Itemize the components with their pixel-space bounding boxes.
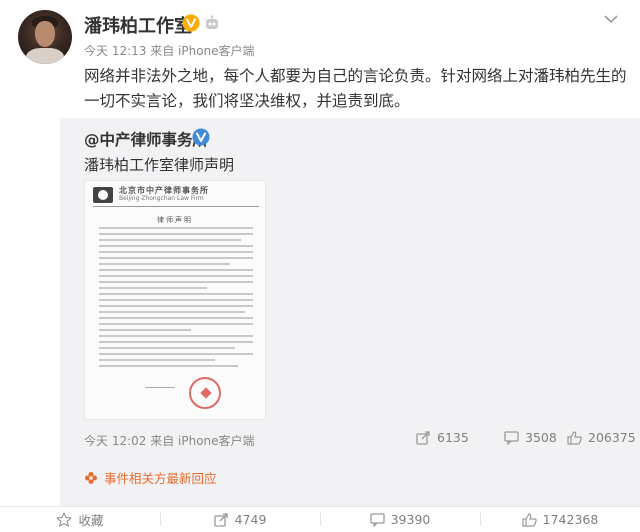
comment-count: 39390 (390, 512, 431, 527)
favorite-button[interactable]: 收藏 (0, 507, 160, 532)
share-icon (416, 430, 430, 445)
like-button[interactable]: 1742368 (480, 507, 640, 532)
post-text-line: 网络并非法外之地，每个人都要为自己的言论负责。针对网络上对潘玮柏先生的 (84, 67, 627, 85)
weibo-post: 潘玮柏工作室 今天 12:13 来自 iPhone客户端 网络并非法外之地，每个… (0, 0, 640, 532)
related-news-text: 事件相关方最新回应 (104, 471, 217, 486)
doc-signature-line (145, 387, 175, 388)
comment-icon (504, 430, 519, 445)
chevron-down-icon[interactable] (604, 14, 618, 24)
red-seal-icon (189, 377, 221, 409)
flower-icon (85, 471, 97, 484)
repost-author[interactable]: @中产律师事务所 (84, 128, 208, 150)
repost-comment-count: 3508 (525, 430, 557, 445)
law-firm-logo-icon (93, 187, 113, 203)
share-count: 4749 (234, 512, 267, 527)
doc-divider (93, 206, 259, 207)
repost-share-button[interactable]: 6135 (416, 430, 469, 445)
repost-like-count: 206375 (588, 430, 636, 445)
repost-meta: 今天 12:02 来自 iPhone客户端 (84, 434, 255, 448)
repost-box[interactable]: @中产律师事务所 潘玮柏工作室律师声明 北京市中产律师事务所 Beijing Z… (60, 118, 640, 506)
thumbs-up-icon (567, 430, 582, 445)
doc-body-lines (99, 227, 253, 371)
post-meta: 今天 12:13 来自 iPhone客户端 (84, 44, 255, 58)
repost-like-button[interactable]: 206375 (567, 430, 636, 445)
star-icon (56, 512, 73, 527)
doc-header-en: Beijing Zhongchan Law Firm (119, 195, 204, 202)
repost-comment-button[interactable]: 3508 (504, 430, 557, 445)
share-icon (213, 512, 228, 527)
thumbs-up-icon (522, 512, 537, 527)
document-image[interactable]: 北京市中产律师事务所 Beijing Zhongchan Law Firm 律师… (84, 180, 266, 420)
avatar-face (35, 21, 55, 47)
repost-text: 潘玮柏工作室律师声明 (84, 156, 235, 174)
like-count: 1742368 (542, 512, 599, 527)
comment-button[interactable]: 39390 (320, 507, 480, 532)
doc-title: 律师声明 (157, 216, 193, 224)
verified-v-icon (182, 14, 200, 32)
robot-badge-icon[interactable] (204, 15, 220, 31)
post-text-line: 一切不实言论，我们将坚决维权，并追责到底。 (84, 92, 410, 110)
post-text: 网络并非法外之地，每个人都要为自己的言论负责。针对网络上对潘玮柏先生的 一切不实… (84, 64, 629, 114)
comment-icon (369, 512, 385, 527)
author-name[interactable]: 潘玮柏工作室 (84, 12, 192, 38)
related-news-link[interactable]: 事件相关方最新回应 (84, 468, 217, 487)
verified-blue-v-icon (192, 128, 210, 146)
repost-share-count: 6135 (437, 430, 469, 445)
favorite-label: 收藏 (78, 513, 104, 528)
share-button[interactable]: 4749 (160, 507, 320, 532)
avatar-body (26, 48, 64, 64)
avatar[interactable] (18, 10, 72, 64)
